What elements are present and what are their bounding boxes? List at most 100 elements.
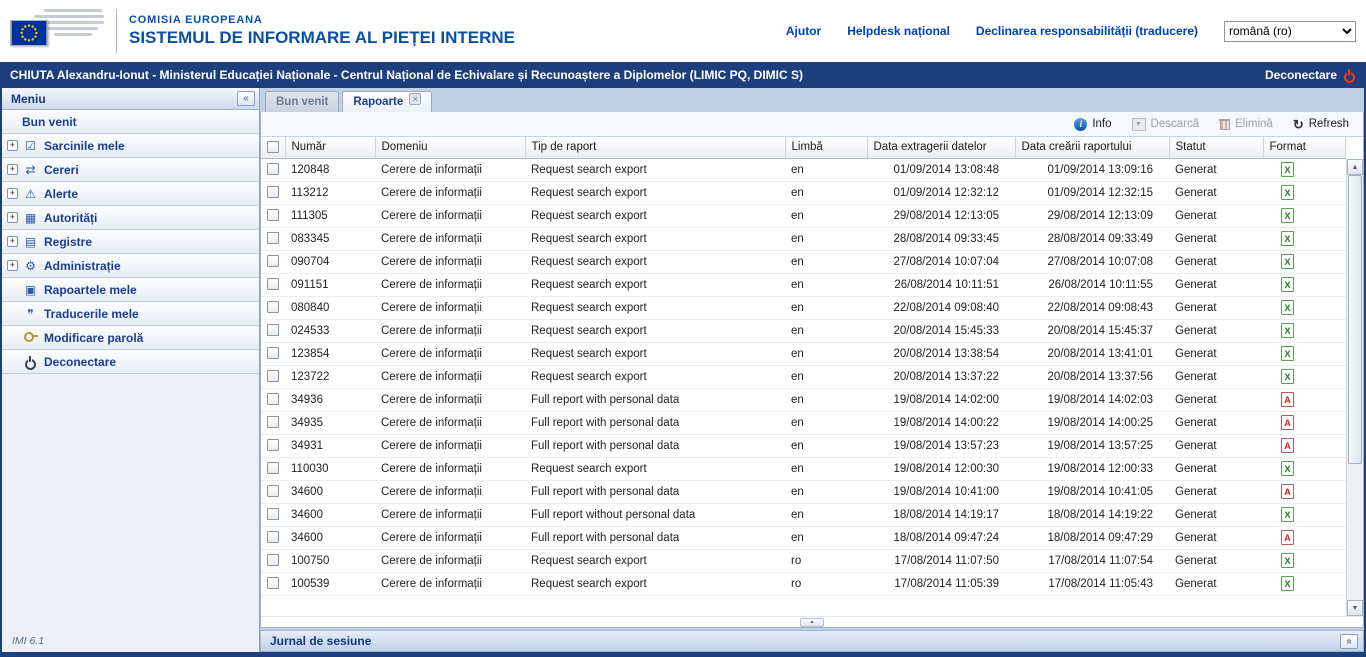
refresh-button[interactable]: ↻ Refresh [1293,118,1349,131]
column-header-data-crearii[interactable]: Data creării raportului [1015,137,1169,158]
expand-icon[interactable]: + [7,260,18,271]
column-header-domeniu[interactable]: Domeniu [375,137,525,158]
excel-file-icon[interactable]: X [1281,369,1294,384]
excel-file-icon[interactable]: X [1281,323,1294,338]
table-row[interactable]: 113212Cerere de informațiiRequest search… [261,181,1346,204]
sidebar-item-autoritati[interactable]: +▦Autorități [2,206,259,230]
sidebar-item-modificare-parola[interactable]: +Modificare parolă [2,326,259,350]
vertical-scrollbar[interactable]: ▲ ▼ [1346,159,1363,616]
pdf-file-icon[interactable]: A [1281,438,1294,453]
expand-session-log-button[interactable]: « [1340,634,1358,649]
expand-icon[interactable]: + [7,236,18,247]
select-all-checkbox[interactable] [267,141,279,153]
column-header-statut[interactable]: Statut [1169,137,1263,158]
pdf-file-icon[interactable]: A [1281,415,1294,430]
table-row[interactable]: 123854Cerere de informațiiRequest search… [261,342,1346,365]
table-row[interactable]: 34600Cerere de informațiiFull report wit… [261,526,1346,549]
table-row[interactable]: 100750Cerere de informațiiRequest search… [261,549,1346,572]
row-checkbox[interactable] [267,186,279,198]
column-header-tip-raport[interactable]: Tip de raport [525,137,785,158]
pdf-file-icon[interactable]: A [1281,392,1294,407]
table-row[interactable]: 024533Cerere de informațiiRequest search… [261,319,1346,342]
table-row[interactable]: 120848Cerere de informațiiRequest search… [261,158,1346,181]
excel-file-icon[interactable]: X [1281,185,1294,200]
disclaimer-link[interactable]: Declinarea responsabilității (traducere) [976,24,1198,38]
table-row[interactable]: 110030Cerere de informațiiRequest search… [261,457,1346,480]
sidebar-item-rapoartele-mele[interactable]: +▣Rapoartele mele [2,278,259,302]
info-button[interactable]: i Info [1074,118,1111,131]
excel-file-icon[interactable]: X [1281,346,1294,361]
tab-rapoarte[interactable]: Rapoarte × [342,91,432,112]
table-row[interactable]: 111305Cerere de informațiiRequest search… [261,204,1346,227]
expand-icon[interactable]: + [7,140,18,151]
row-checkbox[interactable] [267,163,279,175]
excel-file-icon[interactable]: X [1281,162,1294,177]
column-header-data-extragerii[interactable]: Data extragerii datelor [867,137,1015,158]
collapse-south-panel-icon[interactable]: ▲ [800,618,824,627]
row-checkbox[interactable] [267,393,279,405]
row-checkbox[interactable] [267,508,279,520]
excel-file-icon[interactable]: X [1281,553,1294,568]
row-checkbox[interactable] [267,370,279,382]
tab-bun-venit[interactable]: Bun venit [265,91,339,112]
table-row[interactable]: 083345Cerere de informațiiRequest search… [261,227,1346,250]
row-checkbox[interactable] [267,439,279,451]
table-row[interactable]: 090704Cerere de informațiiRequest search… [261,250,1346,273]
sidebar-item-deconectare[interactable]: +Deconectare [2,350,259,374]
row-checkbox[interactable] [267,209,279,221]
logout-button[interactable]: Deconectare [1265,68,1356,82]
sidebar-item-traducerile-mele[interactable]: +❞Traducerile mele [2,302,259,326]
excel-file-icon[interactable]: X [1281,208,1294,223]
row-checkbox[interactable] [267,347,279,359]
column-header-format[interactable]: Format [1263,137,1346,158]
table-row[interactable]: 34600Cerere de informațiiFull report wit… [261,503,1346,526]
table-row[interactable]: 080840Cerere de informațiiRequest search… [261,296,1346,319]
row-checkbox[interactable] [267,485,279,497]
sidebar-item-registre[interactable]: +▤Registre [2,230,259,254]
column-header-limba[interactable]: Limbă [785,137,867,158]
pdf-file-icon[interactable]: A [1281,484,1294,499]
sidebar-item-alerte[interactable]: +⚠Alerte [2,182,259,206]
download-button[interactable]: ▼ Descarcă [1132,118,1200,131]
scroll-up-icon[interactable]: ▲ [1347,159,1363,175]
row-checkbox[interactable] [267,416,279,428]
excel-file-icon[interactable]: X [1281,300,1294,315]
table-row[interactable]: 123722Cerere de informațiiRequest search… [261,365,1346,388]
scrollbar-thumb[interactable] [1348,175,1362,464]
table-row[interactable]: 34936Cerere de informațiiFull report wit… [261,388,1346,411]
row-checkbox[interactable] [267,531,279,543]
national-helpdesk-link[interactable]: Helpdesk național [847,24,950,38]
help-link[interactable]: Ajutor [786,24,821,38]
row-checkbox[interactable] [267,577,279,589]
excel-file-icon[interactable]: X [1281,277,1294,292]
table-row[interactable]: 091151Cerere de informațiiRequest search… [261,273,1346,296]
excel-file-icon[interactable]: X [1281,507,1294,522]
row-checkbox[interactable] [267,278,279,290]
excel-file-icon[interactable]: X [1281,254,1294,269]
excel-file-icon[interactable]: X [1281,576,1294,591]
table-row[interactable]: 34600Cerere de informațiiFull report wit… [261,480,1346,503]
table-row[interactable]: 34931Cerere de informațiiFull report wit… [261,434,1346,457]
row-checkbox[interactable] [267,301,279,313]
row-checkbox[interactable] [267,462,279,474]
table-row[interactable]: 34935Cerere de informațiiFull report wit… [261,411,1346,434]
delete-button[interactable]: Elimină [1219,118,1273,130]
excel-file-icon[interactable]: X [1281,461,1294,476]
table-row[interactable]: 100539Cerere de informațiiRequest search… [261,572,1346,595]
sidebar-item-cereri[interactable]: +⇄Cereri [2,158,259,182]
sidebar-item-bun-venit[interactable]: +Bun venit [2,110,259,134]
sidebar-item-sarcinile-mele[interactable]: +☑Sarcinile mele [2,134,259,158]
expand-icon[interactable]: + [7,164,18,175]
expand-icon[interactable]: + [7,212,18,223]
row-checkbox[interactable] [267,255,279,267]
language-select[interactable]: română (ro) [1224,21,1356,42]
sidebar-item-administratie[interactable]: +⚙Administrație [2,254,259,278]
row-checkbox[interactable] [267,324,279,336]
collapse-menu-button[interactable]: « [237,91,255,106]
row-checkbox[interactable] [267,554,279,566]
excel-file-icon[interactable]: X [1281,231,1294,246]
pdf-file-icon[interactable]: A [1281,530,1294,545]
column-header-numar[interactable]: Număr [285,137,375,158]
close-tab-icon[interactable]: × [409,93,421,105]
expand-icon[interactable]: + [7,188,18,199]
